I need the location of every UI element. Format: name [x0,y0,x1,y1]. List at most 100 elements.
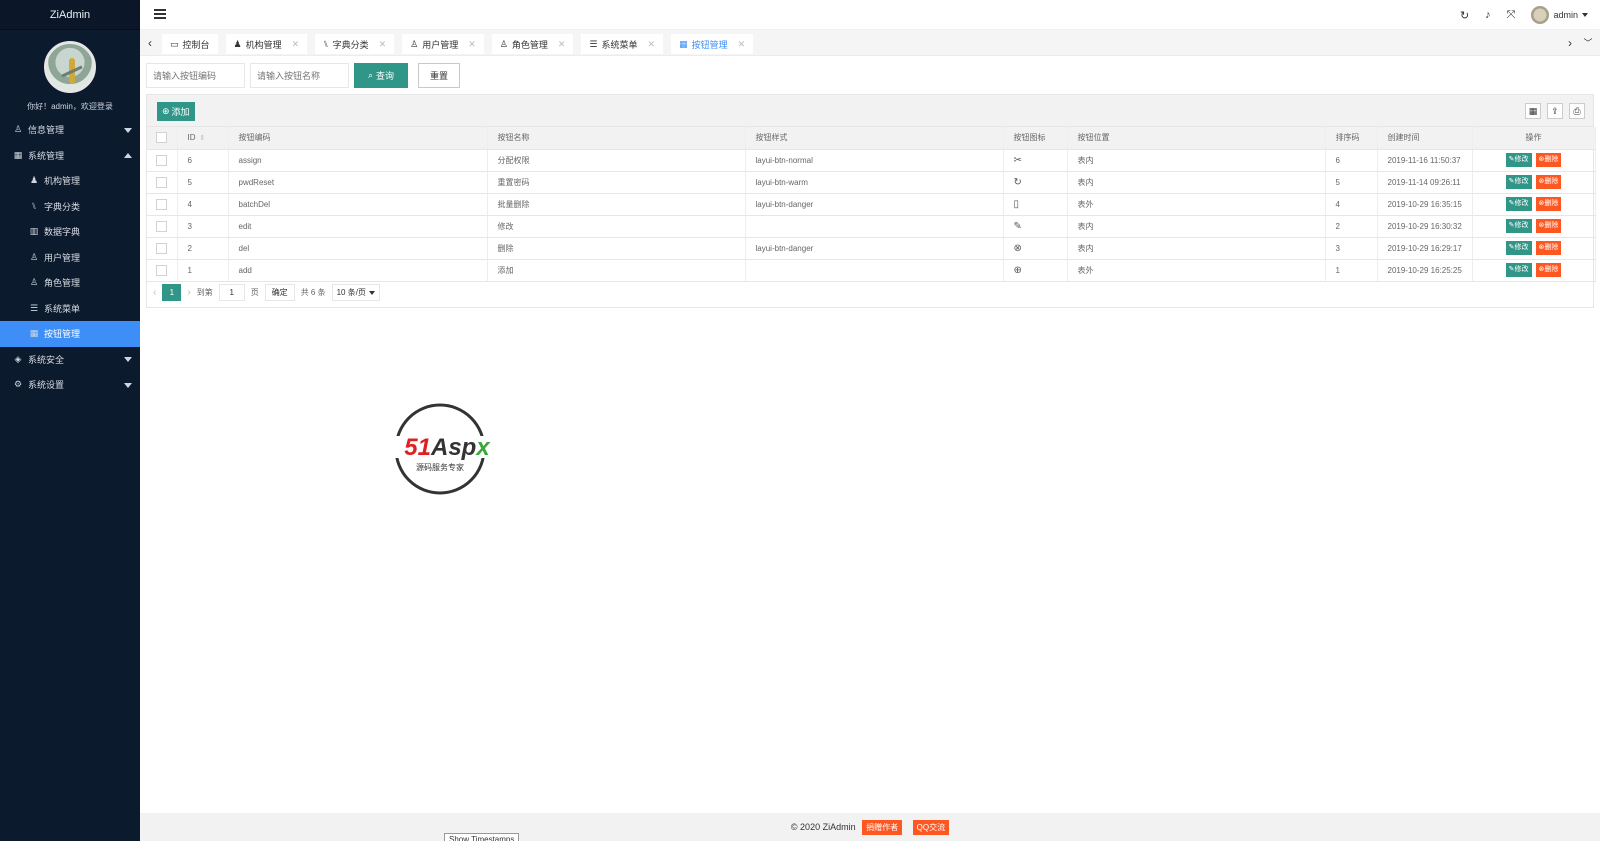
edit-button[interactable]: ✎修改 [1505,153,1532,167]
sidebar-item-roles[interactable]: ♙ 角色管理 [0,270,140,296]
prev-page-icon[interactable]: ‹ [153,287,156,298]
sidebar-item-org[interactable]: ♟ 机构管理 [0,168,140,194]
query-button[interactable]: ⌕ 查询 [354,63,408,88]
sidebar-item-system[interactable]: ▦ 系统管理 [0,143,140,169]
edit-button[interactable]: ✎修改 [1505,263,1532,277]
person-icon: ♙ [410,38,419,49]
reset-button[interactable]: 重置 [418,63,460,88]
qq-badge[interactable]: QQ交流 [912,820,950,836]
cell-name: 添加 [487,259,746,282]
close-icon[interactable]: ✕ [738,39,746,50]
add-button[interactable]: ⊕ 添加 [157,102,195,121]
sidebar-item-security[interactable]: ◈ 系统安全 [0,347,140,373]
print-icon[interactable]: ⎙ [1569,103,1585,119]
table-row[interactable]: 1 add 添加 ⊕ 表外 1 2019-10-29 16:25:25 ✎修改 ⊗删除 [147,259,1596,282]
select-all-checkbox[interactable] [147,127,178,150]
table-row[interactable]: 6 assign 分配权限 layui-btn-normal ✂ 表内 6 2019-11-1… [147,149,1596,172]
edit-button[interactable]: ✎修改 [1505,197,1532,211]
chevron-down-icon [124,127,132,133]
table-row[interactable]: 5 pwdReset 重置密码 layui-btn-warm ↻ 表内 5 2019-11-1… [147,171,1596,194]
cell-created: 2019-11-16 11:50:37 [1377,149,1473,172]
button-code-input[interactable] [146,63,245,88]
delete-button[interactable]: ⊗删除 [1535,197,1562,211]
sidebar-item-info[interactable]: ♙ 信息管理 [0,117,140,143]
tab-console[interactable]: ▭ 控制台 [162,34,218,54]
button-name-input[interactable] [250,63,349,88]
list-icon: ☰ [29,302,39,313]
export-icon[interactable]: ⇪ [1547,103,1563,119]
cell-id: 4 [177,193,229,216]
menu-toggle-icon[interactable] [154,9,166,19]
delete-button[interactable]: ⊗删除 [1535,153,1562,167]
tab-buttons[interactable]: ▦ 按钮管理 ✕ [671,34,754,54]
tabs-prev-icon[interactable]: ‹ [142,30,158,56]
sidebar-item-settings[interactable]: ⚙ 系统设置 [0,372,140,398]
confirm-page-button[interactable]: 确定 [264,284,295,301]
table-header-row: ID ⇕ 按钮编码 按钮名称 按钮样式 按钮图标 按钮位置 排序码 创建时间 操作 [147,127,1596,150]
close-icon[interactable]: ✕ [379,39,387,50]
page-size-select[interactable]: 10 条/页 [331,284,380,301]
button-icon: ✎ [1013,220,1022,232]
table-row[interactable]: 4 batchDel 批量删除 layui-btn-danger ▯ 表外 4 2019-10… [147,193,1596,216]
chevron-down-icon [124,357,132,363]
monitor-icon: ▭ [170,38,179,49]
row-checkbox[interactable] [147,171,178,194]
role-icon: ♙ [29,277,39,288]
cell-name: 重置密码 [487,171,746,194]
person-icon: ♙ [29,251,39,262]
close-icon[interactable]: ✕ [292,39,300,50]
avatar[interactable] [44,41,96,93]
tabs-next-icon[interactable]: › [1562,30,1578,56]
user-menu[interactable]: admin [1531,6,1588,24]
row-checkbox[interactable] [147,259,178,282]
row-checkbox[interactable] [147,149,178,172]
delete-button[interactable]: ⊗删除 [1535,263,1562,277]
tab-roles[interactable]: ♙ 角色管理 ✕ [491,34,574,54]
col-name: 按钮名称 [487,127,746,150]
sidebar-item-buttons[interactable]: ▦ 按钮管理 [0,321,140,347]
sort-icon[interactable]: ⇕ [200,135,206,142]
tab-org[interactable]: ♟ 机构管理 ✕ [225,34,308,54]
col-id[interactable]: ID ⇕ [177,127,229,150]
row-checkbox[interactable] [147,215,178,238]
cell-name: 批量删除 [487,193,746,216]
sidebar-item-users[interactable]: ♙ 用户管理 [0,245,140,271]
cell-sort: 3 [1325,237,1378,260]
sidebar-item-data-dict[interactable]: ▥ 数据字典 [0,219,140,245]
tabs-bar: ‹ ▭ 控制台 ♟ 机构管理 ✕ ⑊ 字典分类 ✕ ♙ 用户管理 ✕ ♙ 角色管理 ✕ ☰ 系统菜单… [140,30,1600,56]
app-logo[interactable]: ZiAdmin [0,0,140,30]
show-timestamps-button[interactable]: Show Timestamps [444,833,520,841]
delete-button[interactable]: ⊗删除 [1535,219,1562,233]
bell-icon[interactable]: ♪ [1485,9,1491,21]
current-page[interactable]: 1 [162,284,182,301]
close-icon[interactable]: ✕ [648,39,656,50]
cell-id: 6 [177,149,229,172]
edit-button[interactable]: ✎修改 [1505,241,1532,255]
edit-button[interactable]: ✎修改 [1505,219,1532,233]
tab-dict-category[interactable]: ⑊ 字典分类 ✕ [315,34,395,54]
button-icon: ▯ [1013,198,1020,210]
table-row[interactable]: 2 del 删除 layui-btn-danger ⊗ 表内 3 2019-10-29 16:… [147,237,1596,260]
row-checkbox[interactable] [147,237,178,260]
page-number-input[interactable]: 1 [218,284,245,301]
table-tools: ▦ ⇪ ⎙ [1525,103,1585,119]
refresh-icon[interactable]: ↻ [1460,9,1469,22]
delete-button[interactable]: ⊗删除 [1535,241,1562,255]
table-toolbar: ⊕ 添加 ▦ ⇪ ⎙ [147,95,1593,127]
donate-badge[interactable]: 捐赠作者 [862,820,903,836]
row-checkbox[interactable] [147,193,178,216]
tabs-dropdown-icon[interactable]: ﹀ [1580,30,1596,56]
fullscreen-icon[interactable]: ⤧ [1507,9,1516,22]
tab-menus[interactable]: ☰ 系统菜单 ✕ [581,34,664,54]
tab-users[interactable]: ♙ 用户管理 ✕ [402,34,484,54]
sidebar-item-menus[interactable]: ☰ 系统菜单 [0,296,140,322]
delete-button[interactable]: ⊗删除 [1535,175,1562,189]
sidebar-item-dict-category[interactable]: ⑊ 字典分类 [0,194,140,220]
close-icon[interactable]: ✕ [558,39,566,50]
table-row[interactable]: 3 edit 修改 ✎ 表内 2 2019-10-29 16:30:32 ✎修改 ⊗删除 [147,215,1596,238]
next-page-icon[interactable]: › [187,287,190,298]
columns-icon[interactable]: ▦ [1525,103,1541,119]
plus-circle-icon: ⊕ [162,106,170,116]
close-icon[interactable]: ✕ [468,39,476,50]
edit-button[interactable]: ✎修改 [1505,175,1532,189]
